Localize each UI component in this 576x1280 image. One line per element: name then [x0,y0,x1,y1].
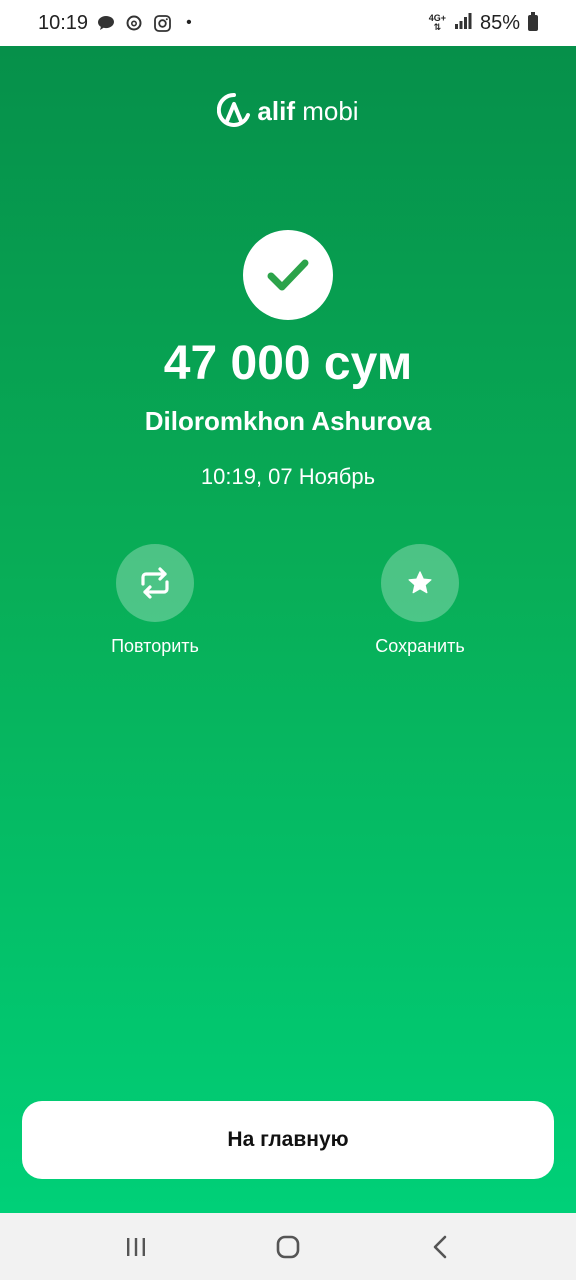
battery-icon [528,12,538,31]
home-button[interactable]: На главную [22,1101,554,1179]
repeat-icon [141,567,169,599]
star-icon [408,571,432,594]
alif-logo-icon [217,92,251,127]
back-icon [433,1235,447,1258]
repeat-button[interactable] [116,544,194,622]
repeat-action[interactable]: Повторить [85,544,225,657]
checkmark-icon [267,259,309,291]
status-bar: 10:19 • 4G+ ⇅ 85% [0,0,576,46]
logo-text: alif mobi [257,96,358,127]
success-check-circle [243,230,333,320]
status-right: 4G+ ⇅ 85% [429,12,538,35]
save-label: Сохранить [375,636,465,656]
instagram-icon [152,13,172,33]
payment-amount: 47 000 сум [163,337,413,390]
recipient-name: Diloromkhon Ashurova [144,406,432,436]
home-nav-icon [276,1235,300,1258]
repeat-label: Повторить [111,636,199,656]
recent-apps-button[interactable] [116,1227,156,1267]
signal-icon [454,12,472,35]
payment-success-screen: alif mobi 47 000 сум Diloromkhon Ashurov… [0,46,576,1213]
dot-icon: • [186,14,192,31]
alif-mobi-logo: alif mobi [0,92,576,130]
payment-datetime: 10:19, 07 Ноябрь [200,464,376,489]
status-time: 10:19 [38,11,89,34]
logo-text-light: mobi [302,95,359,126]
save-button[interactable] [381,544,459,622]
recent-apps-icon [127,1237,145,1256]
home-nav-button[interactable] [268,1227,308,1267]
threads-icon [124,13,144,33]
battery-percent: 85% [479,11,520,34]
system-nav-bar [0,1213,576,1280]
chat-icon [96,13,116,33]
network-icon: 4G+ ⇅ [428,13,446,32]
status-left: 10:19 • [38,12,192,35]
network-type: 4G+ [428,13,446,23]
back-button[interactable] [420,1227,460,1267]
logo-text-bold: alif [257,95,295,126]
save-action[interactable]: Сохранить [350,544,490,657]
